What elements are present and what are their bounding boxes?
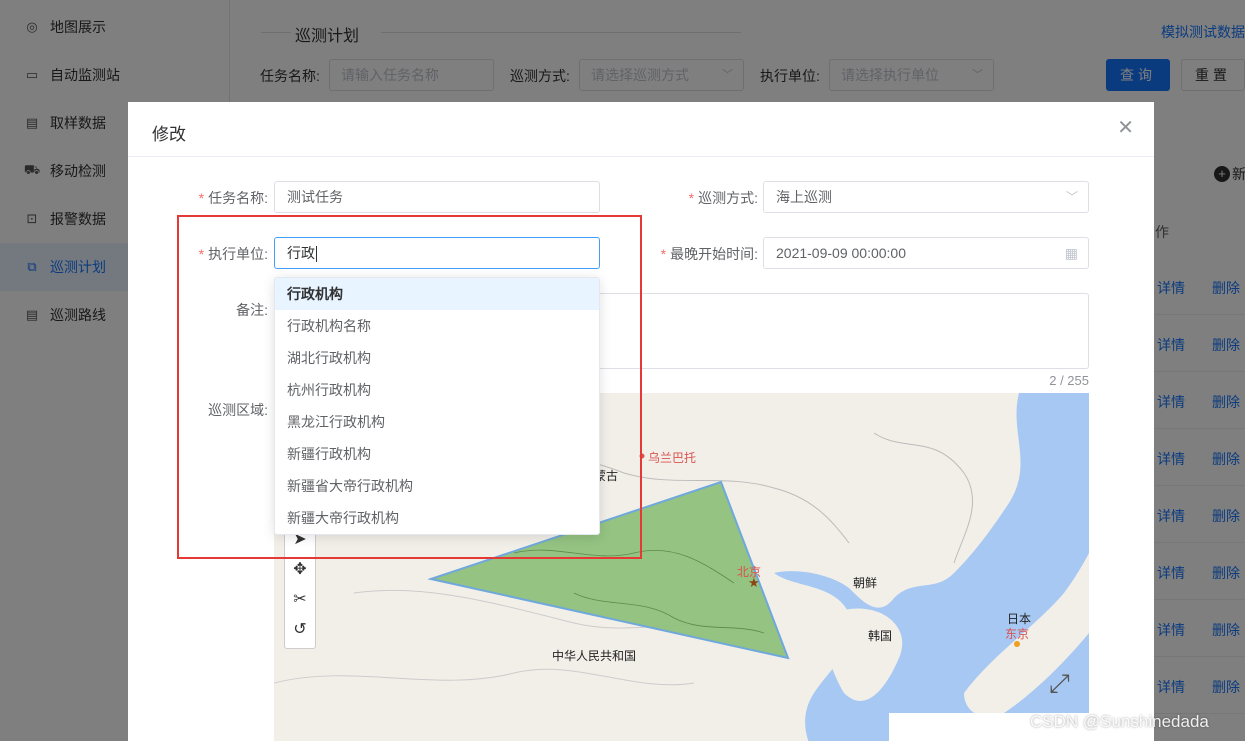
map-label: 朝鲜 <box>853 576 878 590</box>
required-mark: * <box>688 190 695 206</box>
close-icon[interactable]: ✕ <box>1117 118 1134 138</box>
label-text: 巡测方式: <box>698 190 758 206</box>
input-value: 测试任务 <box>287 189 343 205</box>
task-name-label: * 任务名称: <box>168 188 268 208</box>
select-value: 海上巡测 <box>776 189 832 205</box>
fullscreen-icon[interactable]: ⤢ <box>1049 668 1070 700</box>
required-mark: * <box>660 246 667 262</box>
rotate-icon[interactable]: ↺ <box>285 614 315 644</box>
task-name-input[interactable]: 测试任务 <box>274 181 600 213</box>
map-label: 乌兰巴托 <box>648 451 697 465</box>
chevron-down-icon: ﹀ <box>1065 190 1078 204</box>
map-label: 中华人民共和国 <box>552 649 637 663</box>
border-line <box>274 668 695 686</box>
patrol-mode-label: * 巡测方式: <box>648 188 758 208</box>
patrol-mode-select[interactable]: 海上巡测 ﹀ <box>763 181 1089 213</box>
label-text: 最晚开始时间: <box>670 246 758 262</box>
map-label: 东京 <box>1005 627 1030 641</box>
label-text: 任务名称: <box>208 190 268 206</box>
required-mark: * <box>198 190 205 206</box>
border-line <box>873 432 973 564</box>
highlight-annotation <box>177 215 642 559</box>
scissors-icon[interactable]: ✂ <box>285 584 315 614</box>
char-counter: 2 / 255 <box>1049 373 1089 388</box>
sea-area <box>774 393 1089 741</box>
calendar-icon: ▦ <box>1064 245 1078 261</box>
map-label: 韩国 <box>868 629 893 643</box>
divider <box>128 156 1154 157</box>
watermark: CSDN @Sunshinedada <box>1030 712 1209 731</box>
input-value: 2021-09-09 00:00:00 <box>776 245 906 261</box>
map-label: 北京 <box>737 565 762 579</box>
latest-start-picker[interactable]: 2021-09-09 00:00:00 ▦ <box>763 237 1089 269</box>
dialog-title: 修改 <box>152 125 186 144</box>
